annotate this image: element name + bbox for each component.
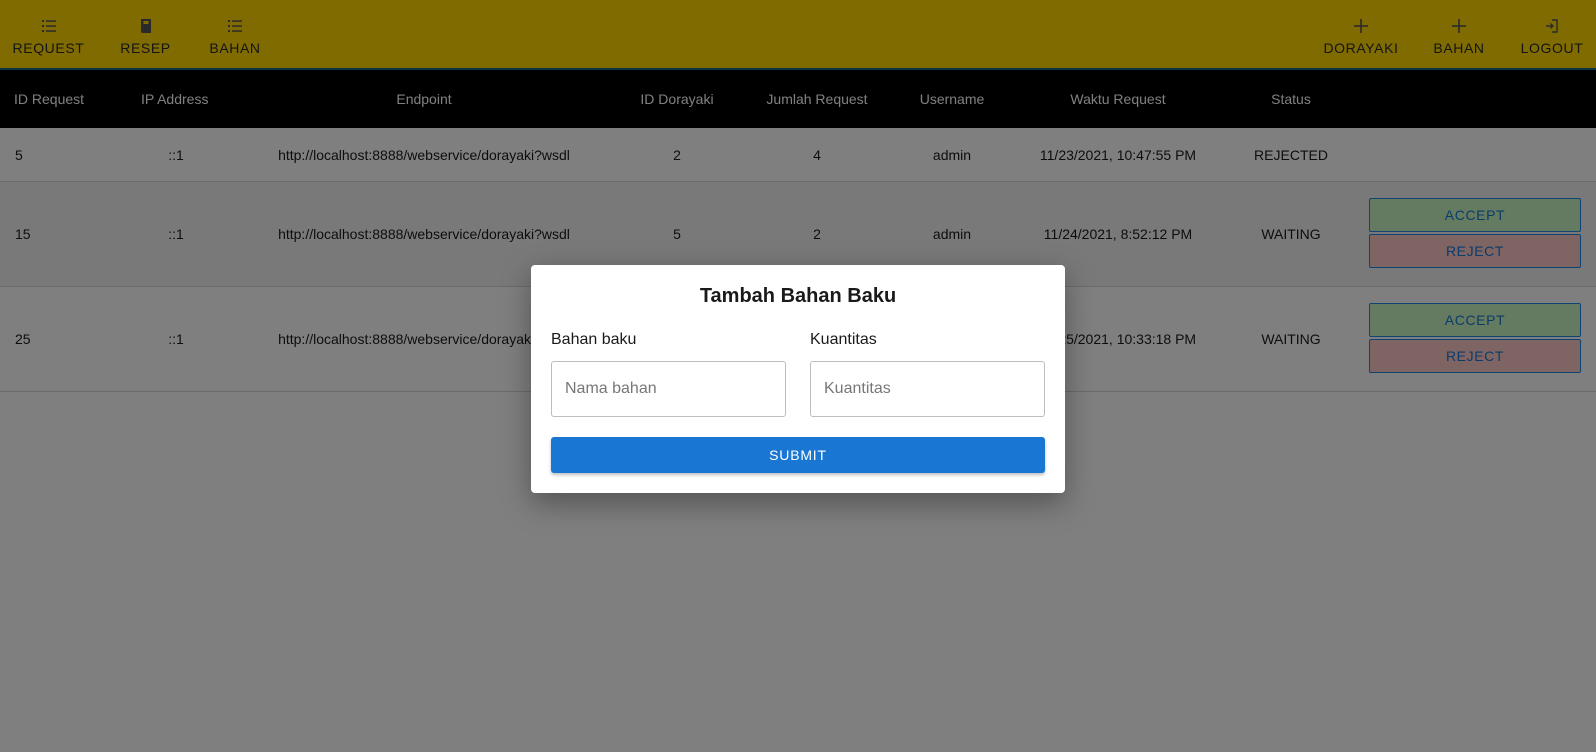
app-page: REQUEST RESEP BAHAN DORAYAKI BAHAN: [0, 0, 1596, 752]
kuantitas-label: Kuantitas: [810, 331, 877, 348]
submit-button[interactable]: SUBMIT: [551, 437, 1045, 473]
modal-title: Tambah Bahan Baku: [699, 285, 897, 307]
nama-bahan-input[interactable]: [551, 361, 786, 417]
kuantitas-input[interactable]: [810, 361, 1045, 417]
bahan-baku-label: Bahan baku: [551, 331, 637, 348]
add-bahan-modal: Tambah Bahan Baku Bahan baku Kuantitas S…: [531, 265, 1065, 493]
